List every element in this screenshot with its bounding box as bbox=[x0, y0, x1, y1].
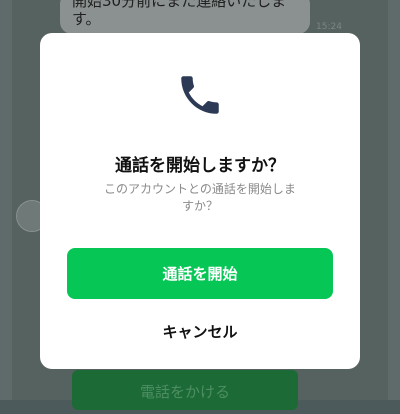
chat-left-edge bbox=[0, 0, 12, 400]
start-call-button[interactable]: 通話を開始 bbox=[67, 248, 333, 299]
message-text-line1: 開始30分前にまた連絡いたしま bbox=[72, 0, 287, 10]
cancel-button[interactable]: キャンセル bbox=[67, 311, 333, 351]
dialog-description: このアカウントとの通話を開始しますか？ bbox=[104, 182, 296, 213]
message-timestamp: 15:24 bbox=[316, 22, 342, 32]
chat-right-edge bbox=[388, 0, 400, 400]
dialog-title: 通話を開始しますか？ bbox=[115, 156, 285, 176]
call-confirm-dialog: 通話を開始しますか？ このアカウントとの通話を開始しますか？ 通話を開始 キャン… bbox=[40, 33, 360, 369]
call-button-background: 電話をかける bbox=[72, 370, 298, 410]
message-text-line2: す。 bbox=[72, 10, 101, 28]
message-bubble: 開始30分前にまた連絡いたしま す。 bbox=[60, 0, 310, 34]
phone-icon bbox=[181, 76, 219, 114]
